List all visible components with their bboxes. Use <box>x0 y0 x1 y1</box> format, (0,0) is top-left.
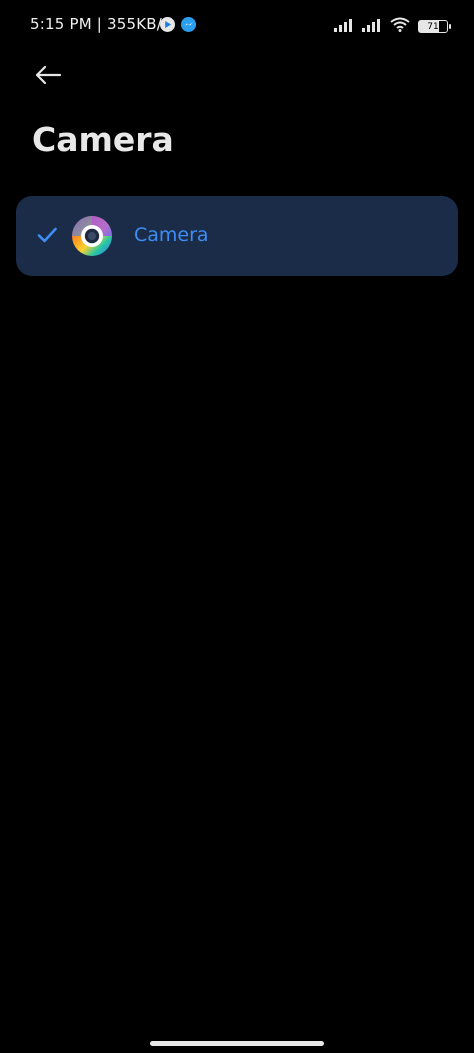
wifi-icon <box>390 17 410 36</box>
option-item-camera[interactable]: Camera <box>16 196 458 276</box>
notification-icons <box>160 17 196 32</box>
back-button[interactable] <box>28 58 68 92</box>
system-status-icons: 71 <box>334 17 451 36</box>
camera-app-icon <box>72 216 112 256</box>
play-store-icon <box>160 17 175 32</box>
option-label: Camera <box>134 224 209 246</box>
messenger-icon <box>181 17 196 32</box>
back-arrow-icon <box>35 65 62 85</box>
battery-level: 71 <box>427 21 439 32</box>
checkmark-icon <box>37 227 57 243</box>
battery-icon: 71 <box>418 20 451 33</box>
status-time: 5:15 PM | 355KB/s <box>30 15 171 33</box>
home-indicator[interactable] <box>150 1041 324 1046</box>
status-bar: 5:15 PM | 355KB/s 71 <box>0 0 474 52</box>
signal-icon <box>334 17 354 36</box>
page-title: Camera <box>32 120 174 159</box>
signal-icon <box>362 17 382 36</box>
